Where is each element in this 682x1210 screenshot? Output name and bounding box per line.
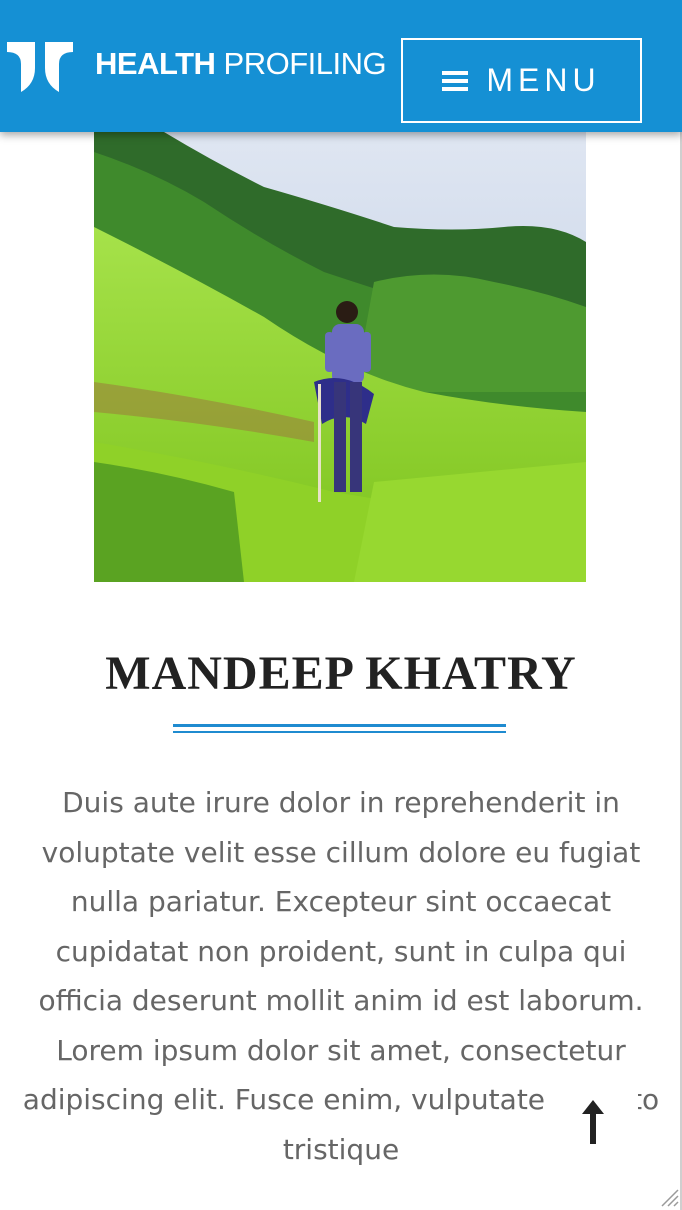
resize-grip-icon[interactable] [656,1184,680,1208]
brand-name[interactable]: HEALTH PROFILING [95,42,387,86]
menu-label: MENU [486,62,601,98]
brand-light: PROFILING [223,46,387,81]
menu-button[interactable]: MENU [401,38,642,123]
profile-photo [94,132,586,582]
profile-name: MANDEEP KHATRY [105,647,577,700]
title-divider [173,724,506,733]
hamburger-icon [442,70,469,91]
site-header: HEALTH PROFILING MENU [0,0,682,132]
logo-mark-icon[interactable] [5,38,75,94]
arrow-up-icon[interactable] [572,1094,614,1154]
brand-bold: HEALTH [95,46,216,81]
